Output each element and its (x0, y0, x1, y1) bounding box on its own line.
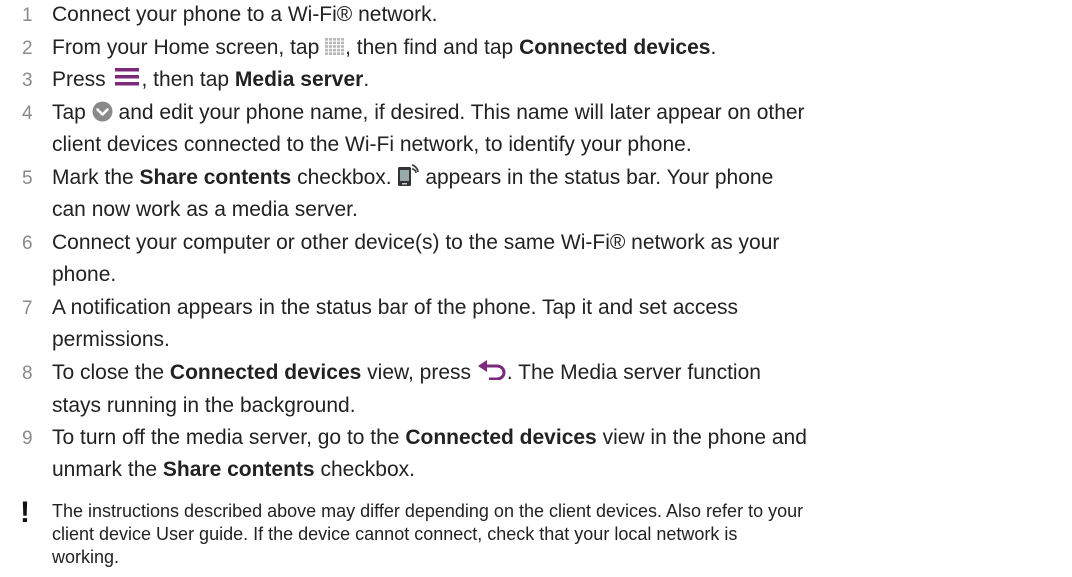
ui-term: Connected devices (169, 361, 362, 384)
media-server-status-icon (397, 163, 420, 187)
text-run: , then tap (141, 68, 235, 91)
note-text: The instructions described above may dif… (52, 500, 1072, 569)
chevron-down-icon (92, 101, 113, 122)
note-line: The instructions described above may dif… (52, 501, 804, 521)
text-run: permissions. (52, 328, 170, 351)
text-run: and edit your phone name, if desired. Th… (112, 101, 805, 124)
note-line: client device User guide. If the device … (52, 524, 738, 544)
text-run: , then find and tap (345, 36, 520, 59)
step-text-line: Mark the Share contents checkbox. appear… (52, 163, 774, 190)
step-number: 8 (22, 363, 33, 384)
step-number: 3 (22, 70, 33, 91)
step-text-line: phone. (52, 262, 116, 287)
step-text-line: can now work as a media server. (52, 197, 358, 222)
step-text-line: unmark the Share contents checkbox. (52, 457, 415, 482)
step-text-line: Connect your computer or other device(s)… (52, 230, 779, 255)
text-run: phone. (52, 263, 117, 286)
apps-grid-icon (325, 37, 345, 56)
text-run: checkbox. (291, 166, 398, 189)
step-number: 2 (22, 38, 33, 59)
exclamation-icon: ! (20, 496, 30, 529)
text-run: appears in the status bar. Your phone (419, 166, 774, 189)
text-run: A notification appears in the status bar… (52, 296, 739, 319)
text-run: . The Media server function (506, 361, 761, 384)
step-text-line: permissions. (52, 327, 170, 352)
text-run: To close the (52, 361, 170, 384)
back-icon (477, 360, 507, 381)
ui-term: Share contents (139, 166, 292, 189)
text-run: Connect your computer or other device(s)… (52, 231, 780, 254)
ui-term: Media server (234, 68, 364, 91)
step-text-line: Press , then tap Media server. (52, 67, 369, 92)
step-text-line: stays running in the background. (52, 393, 356, 418)
step-text-line: Connect your phone to a Wi-Fi® network. (52, 2, 437, 27)
step-text-line: A notification appears in the status bar… (52, 295, 738, 320)
text-run: . (363, 68, 370, 91)
text-run: Connect your phone to a Wi-Fi® network. (52, 3, 438, 26)
ui-term: Connected devices (405, 426, 597, 449)
text-run: From your Home screen, tap (52, 36, 326, 59)
step-number: 1 (22, 5, 33, 26)
text-run: To turn off the media server, go to the (52, 426, 406, 449)
step-text-line: Tap and edit your phone name, if desired… (52, 100, 805, 125)
step-number: 5 (22, 168, 33, 189)
text-run: view, press (361, 361, 477, 384)
text-run: Press (52, 68, 112, 91)
text-run: checkbox. (314, 458, 415, 481)
text-run: Mark the (52, 166, 140, 189)
text-run: Tap (52, 101, 92, 124)
step-number: 4 (22, 103, 33, 124)
step-number: 7 (22, 298, 33, 319)
ui-term: Share contents (162, 458, 315, 481)
menu-icon (112, 65, 142, 89)
text-run: view in the phone and (596, 426, 807, 449)
text-run: client devices connected to the Wi-Fi ne… (52, 133, 692, 156)
step-text-line: From your Home screen, tap , then find a… (52, 35, 716, 60)
step-number: 9 (22, 428, 33, 449)
text-run: unmark the (52, 458, 163, 481)
text-run: stays running in the background. (52, 394, 356, 417)
step-text-line: client devices connected to the Wi-Fi ne… (52, 132, 692, 157)
note-line: working. (52, 547, 120, 567)
step-text-line: To turn off the media server, go to the … (52, 425, 807, 450)
text-run: . (710, 36, 717, 59)
ui-term: Connected devices (519, 36, 711, 59)
text-run: can now work as a media server. (52, 198, 358, 221)
step-number: 6 (22, 233, 33, 254)
step-text-line: To close the Connected devices view, pre… (52, 360, 761, 385)
